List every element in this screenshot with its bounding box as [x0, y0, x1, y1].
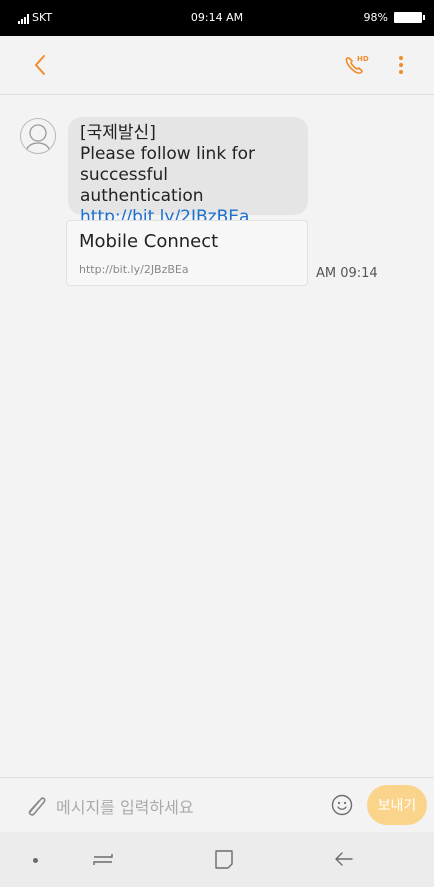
hd-call-icon: HD	[345, 55, 369, 74]
emoji-button[interactable]	[331, 794, 353, 816]
person-icon	[26, 124, 50, 150]
message-composer: 메시지를 입력하세요 보내기	[0, 777, 434, 832]
attach-button[interactable]	[24, 792, 48, 818]
navigation-bar	[0, 832, 434, 887]
send-button[interactable]: 보내기	[367, 785, 427, 825]
home-square-icon	[215, 850, 233, 869]
message-timestamp: AM 09:14	[316, 266, 378, 281]
message-line: [국제발신]	[80, 123, 156, 143]
message-line: successful authentication	[80, 165, 204, 206]
arrow-left-icon	[335, 852, 353, 866]
message-line: Please follow link for	[80, 144, 255, 164]
link-preview-card[interactable]: Mobile Connect http://bit.ly/2JBzBEa	[66, 220, 308, 286]
battery-percent: 98%	[363, 11, 388, 24]
more-options-button[interactable]	[391, 50, 411, 80]
more-vert-icon	[399, 56, 403, 74]
hd-call-button[interactable]: HD	[340, 50, 370, 80]
sender-avatar[interactable]	[20, 118, 56, 154]
nav-dot-icon[interactable]	[33, 858, 38, 863]
chevron-left-icon	[35, 55, 45, 75]
preview-url: http://bit.ly/2JBzBEa	[79, 263, 189, 276]
nav-back-button[interactable]	[333, 848, 355, 870]
preview-title: Mobile Connect	[79, 231, 219, 252]
paperclip-icon	[28, 797, 46, 816]
battery-icon	[394, 12, 425, 23]
status-bar: SKT 09:14 AM 98%	[0, 0, 434, 36]
smiley-icon	[331, 794, 353, 816]
recents-button[interactable]	[92, 848, 114, 870]
top-toolbar: HD	[0, 36, 434, 94]
home-button[interactable]	[213, 848, 235, 870]
recents-icon	[93, 854, 113, 865]
toolbar-divider	[0, 94, 434, 95]
back-button[interactable]	[26, 50, 56, 80]
svg-text:HD: HD	[357, 55, 369, 63]
message-input[interactable]: 메시지를 입력하세요	[56, 794, 194, 818]
message-bubble[interactable]: [국제발신] Please follow link for successful…	[68, 117, 308, 227]
